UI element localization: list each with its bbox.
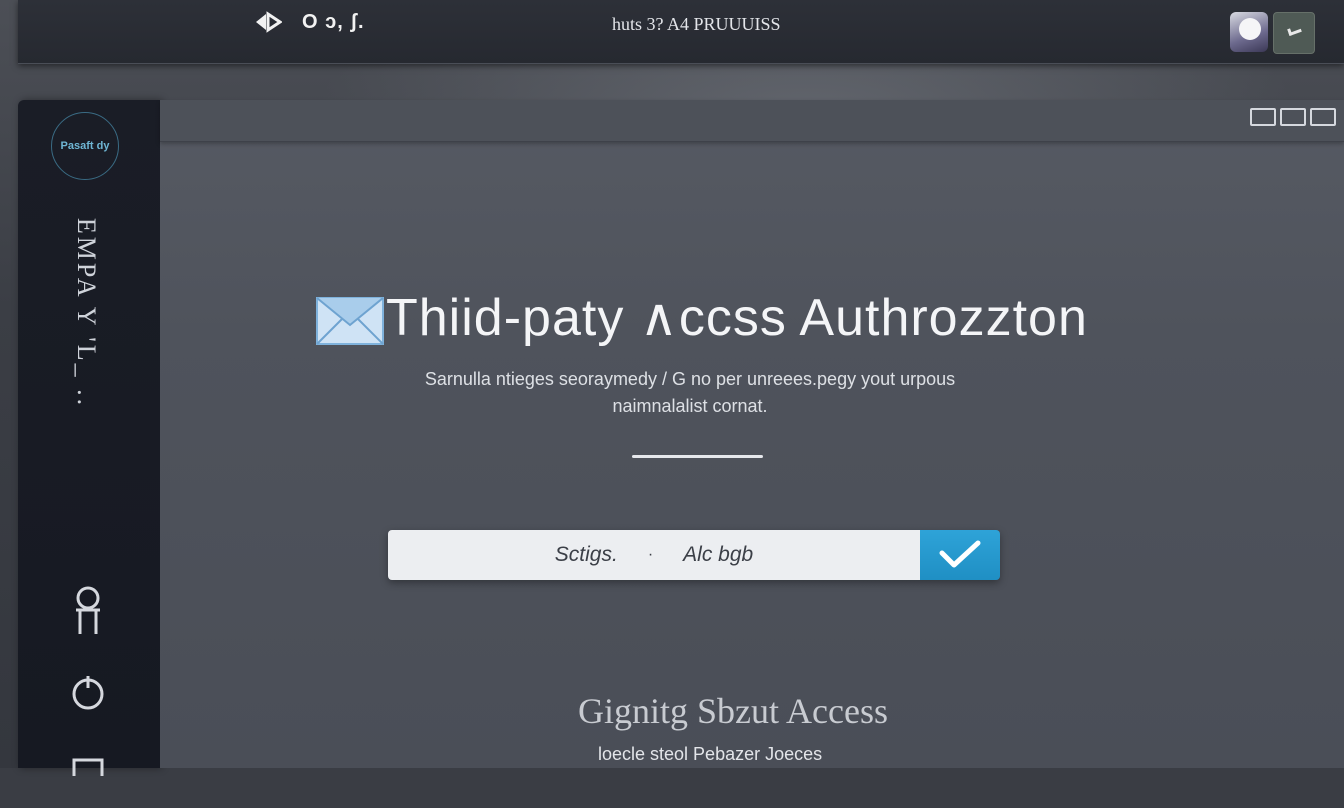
footer-subtitle: loecle steol Pebazer Joeces — [598, 744, 822, 765]
document-icon[interactable] — [70, 756, 106, 808]
checkmark-icon — [936, 539, 984, 571]
authorization-search-row: Sctigs. · Alc bgb — [388, 530, 1000, 580]
top-bar: O ɔ, ʃ. huts 3? A4 PRUUUISS — [18, 0, 1344, 64]
confirm-button[interactable] — [920, 530, 1000, 580]
search-right-text: Alc bgb — [683, 543, 753, 567]
sidebar: Pasaft dy EMPA Y 'L_ .. — [18, 100, 160, 768]
restore-icon[interactable] — [1280, 108, 1306, 126]
power-icon[interactable] — [70, 672, 106, 724]
app-logo[interactable]: Pasaft dy — [51, 112, 119, 180]
back-forward-icon[interactable] — [254, 10, 282, 34]
footer-title: Gignitg Sbzut Access — [578, 690, 888, 732]
minimize-icon[interactable] — [1250, 108, 1276, 126]
person-icon[interactable] — [70, 584, 106, 636]
nav-status-text: O ɔ, ʃ. — [302, 11, 365, 34]
page-title: Thiid-paty ∧ccss Authrozzton — [386, 288, 1088, 348]
logo-text: Pasaft dy — [61, 140, 110, 152]
search-separator: · — [648, 546, 653, 564]
search-left-text: Sctigs. — [555, 543, 618, 567]
close-icon[interactable] — [1310, 108, 1336, 126]
window-title: huts 3? A4 PRUUUISS — [612, 14, 781, 35]
top-nav: O ɔ, ʃ. — [254, 10, 365, 34]
authorization-input[interactable]: Sctigs. · Alc bgb — [388, 530, 920, 580]
mail-icon — [316, 297, 384, 345]
sidebar-vertical-label: EMPA Y 'L_ .. — [66, 218, 106, 408]
divider — [632, 455, 763, 458]
page-subtitle: Sarnulla ntieges seoraymedy / G no per u… — [340, 366, 1040, 420]
user-avatar[interactable] — [1230, 12, 1268, 52]
status-square-icon[interactable] — [1273, 12, 1315, 54]
panel-header — [160, 100, 1344, 142]
main-panel — [160, 100, 1344, 768]
window-controls — [1250, 108, 1336, 126]
